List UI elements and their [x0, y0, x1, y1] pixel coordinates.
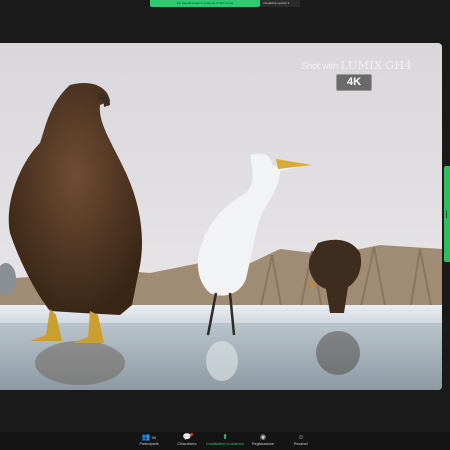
share-screen-button[interactable]: ⬆ Condividere lo schermo: [206, 432, 244, 450]
shared-screen-video: Shot with LUMIX GH4 4K: [0, 43, 442, 390]
meeting-window: Sei visualizzando lo schermo di Shir Fer…: [0, 0, 450, 450]
share-screen-icon: ⬆: [222, 434, 228, 441]
participants-label: Partecipanti: [139, 442, 159, 446]
participants-count: 90: [151, 435, 157, 440]
video-frame-image: [0, 43, 442, 390]
reactions-icon: ☺: [297, 434, 305, 441]
sharing-status-label: Sei visualizzando lo schermo di Shir Fer…: [150, 0, 260, 7]
participants-icon: 👥90: [141, 434, 157, 441]
watermark-prefix: Shot with: [301, 61, 339, 71]
screen-share-banner: Sei visualizzando lo schermo di Shir Fer…: [150, 0, 300, 7]
share-screen-label: Condividere lo schermo: [206, 442, 244, 446]
chat-notification-dot: [190, 433, 194, 436]
record-label: Registrazione: [252, 442, 274, 446]
reactions-label: Reazioni: [294, 442, 308, 446]
record-icon: ◉: [259, 434, 267, 441]
participants-button[interactable]: 👥90 Partecipanti: [130, 432, 168, 450]
camera-watermark: Shot with LUMIX GH4: [301, 59, 412, 72]
chat-button[interactable]: 💬 Chiacchiera: [168, 432, 206, 450]
watermark-model: GH4: [385, 59, 412, 72]
record-button[interactable]: ◉ Registrazione: [244, 432, 282, 450]
watermark-brand: LUMIX: [340, 59, 383, 72]
resolution-badge: 4K: [336, 74, 372, 91]
side-panel-handle[interactable]: [444, 166, 450, 262]
chat-icon: 💬: [182, 433, 194, 441]
reactions-button[interactable]: ☺ Reazioni: [282, 432, 320, 450]
chat-label: Chiacchiera: [177, 442, 197, 446]
view-options-button[interactable]: Visualizza opzioni ▾: [260, 0, 300, 7]
meeting-toolbar: 👥90 Partecipanti 💬 Chiacchiera ⬆ Condivi…: [0, 432, 450, 450]
